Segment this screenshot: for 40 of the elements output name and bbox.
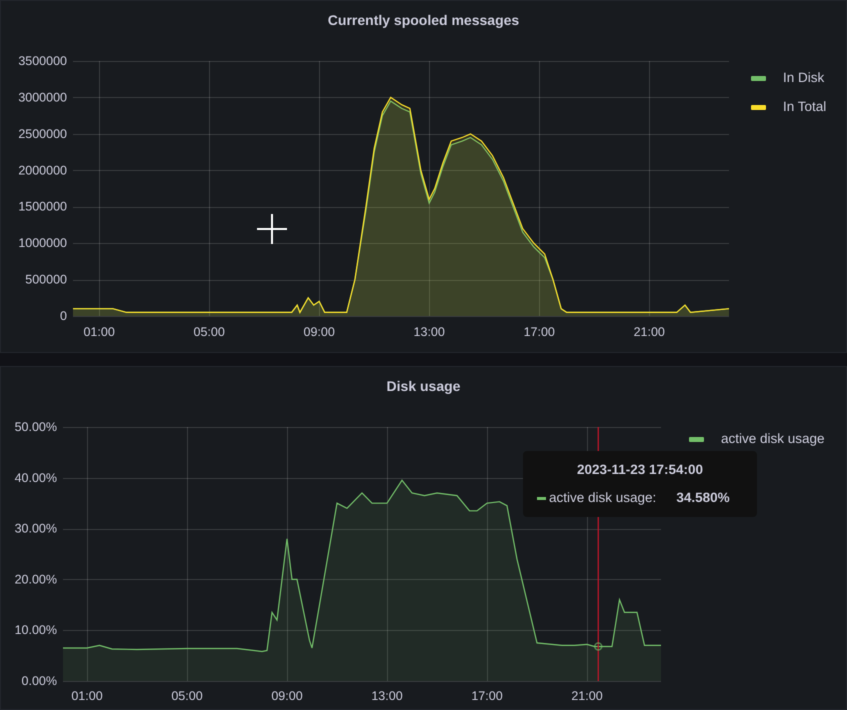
y-axis-label: 30.00% [14,522,57,536]
legend-swatch-icon [689,436,704,442]
y-axis-label: 0 [60,309,67,323]
x-axis-label: 17:00 [524,325,555,339]
y-axis-label: 2000000 [18,163,67,178]
x-axis-label: 13:00 [371,689,403,703]
legend-label[interactable]: In Total [783,97,826,118]
hover-point-icon [594,642,602,651]
legend-swatch-icon [751,76,766,81]
y-axis-label: 10.00% [14,623,57,638]
y-axis-label: 0.00% [22,674,57,688]
x-axis-label: 17:00 [471,689,503,703]
series-swatch-icon [537,496,546,500]
legend-label[interactable]: active disk usage [721,429,825,450]
y-axis-label: 40.00% [14,470,57,485]
legend-swatch-icon [751,104,766,110]
y-axis-label: 1500000 [18,200,67,214]
x-axis-label: 05:00 [171,689,203,703]
y-axis-label: 20.00% [14,572,57,586]
x-axis-label: 01:00 [84,325,115,339]
y-axis-label: 1000000 [18,236,67,250]
legend-label[interactable]: In Disk [783,68,824,88]
tooltip-time: 2023-11-23 17:54:00 [576,460,704,479]
y-axis-label: 3000000 [18,90,67,104]
y-axis-label: 3500000 [18,54,67,68]
x-axis-label: 13:00 [414,325,445,339]
panel-title: Disk usage [386,378,460,394]
tooltip-value: 34.580% [676,489,730,507]
x-axis-label: 21:00 [634,325,665,339]
y-axis-label: 500000 [25,272,67,287]
panel-title: Currently spooled messages [328,12,520,28]
x-axis-label: 01:00 [71,689,103,703]
tooltip-label: active disk usage: [549,489,656,507]
x-axis-label: 05:00 [194,325,225,339]
x-axis-label: 09:00 [304,325,335,339]
crosshair-cursor-icon [257,214,287,244]
y-axis-label: 50.00% [14,420,57,434]
y-axis-label: 2500000 [18,126,67,141]
x-axis-label: 09:00 [271,689,303,703]
x-axis-label: 21:00 [571,689,603,703]
